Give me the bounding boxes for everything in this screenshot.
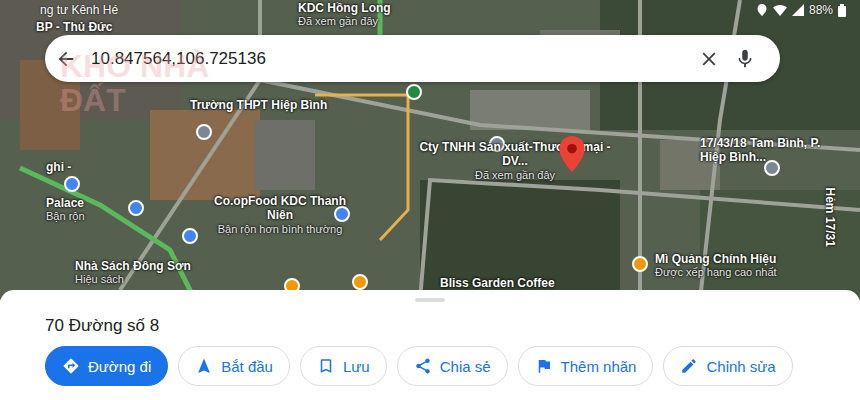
map-label-name: Bliss Garden Coffee bbox=[440, 276, 555, 290]
action-label: Đường đi bbox=[88, 358, 151, 375]
coffee-marker-icon[interactable] bbox=[352, 274, 368, 290]
map-label-subtitle: Đã xem gần đây bbox=[415, 169, 615, 182]
place-sheet: 70 Đường số 8 Đường đi Bắt đầu Lưu Chia sẻ Th… bbox=[0, 290, 860, 400]
bag-marker-icon[interactable] bbox=[182, 228, 198, 244]
action-row: Đường đi Bắt đầu Lưu Chia sẻ Thêm nhãn Chỉnh … bbox=[45, 346, 860, 386]
satellite-map[interactable]: KDC Hồng LongĐã xem gần đâyTrường THPT H… bbox=[0, 0, 860, 300]
food-marker-icon[interactable] bbox=[632, 256, 648, 272]
map-label[interactable]: KDC Hồng LongĐã xem gần đây bbox=[298, 1, 391, 29]
search-input[interactable]: 10.847564,106.725136 bbox=[91, 49, 684, 69]
map-label-name: Cty TNHH Sản xuất-Thương mại - DV... bbox=[415, 140, 615, 169]
directions-icon bbox=[62, 357, 80, 375]
map-label-subtitle: Hiệu sách bbox=[75, 273, 191, 286]
wifi-icon bbox=[773, 4, 787, 16]
action-label: Bắt đầu bbox=[221, 358, 273, 375]
map-label[interactable]: BP - Thủ Đức bbox=[36, 20, 112, 34]
map-label-name: Mì Quảng Chính Hiệu bbox=[655, 252, 777, 266]
clear-icon[interactable] bbox=[698, 48, 720, 70]
map-label-name: Hẻm 17/31 bbox=[822, 188, 836, 247]
action-button[interactable]: Bắt đầu bbox=[178, 346, 290, 386]
map-label[interactable]: Nhà Sách Đông SơnHiệu sách bbox=[75, 259, 191, 287]
action-label: Chia sẻ bbox=[440, 358, 491, 375]
map-label-name: ghi - bbox=[46, 160, 71, 174]
map-label[interactable]: Mì Quảng Chính HiệuĐược xếp hạng cao nhấ… bbox=[655, 252, 777, 280]
map-label-name: Co.opFood KDC Thanh Niên bbox=[205, 194, 355, 223]
action-button[interactable]: Thêm nhãn bbox=[518, 346, 654, 386]
watermark: KHO NHÀ ĐẤT bbox=[60, 50, 250, 117]
battery-level: 88% bbox=[809, 3, 833, 17]
action-button[interactable]: Chỉnh sửa bbox=[663, 346, 792, 386]
place-title: 70 Đường số 8 bbox=[45, 316, 860, 336]
map-label-subtitle: Bận rộn hơn bình thường bbox=[205, 223, 355, 236]
navigation-icon bbox=[195, 357, 213, 375]
bookmark-icon bbox=[317, 357, 335, 375]
map-label[interactable]: ghi - bbox=[46, 160, 71, 174]
map-label-name: KDC Hồng Long bbox=[298, 1, 391, 15]
map-label[interactable]: Cty TNHH Sản xuất-Thương mại - DV...Đã x… bbox=[415, 140, 615, 182]
venue-marker-icon[interactable] bbox=[64, 176, 80, 192]
map-label[interactable]: Co.opFood KDC Thanh NiênBận rộn hơn bình… bbox=[205, 194, 355, 236]
bus-marker-icon[interactable] bbox=[128, 200, 144, 216]
action-label: Thêm nhãn bbox=[561, 358, 637, 375]
back-arrow-icon[interactable] bbox=[55, 48, 77, 70]
action-label: Chỉnh sửa bbox=[706, 358, 775, 375]
status-icons: 88% bbox=[756, 3, 846, 17]
map-label-subtitle: Đã xem gần đây bbox=[298, 15, 391, 28]
location-pin-icon[interactable] bbox=[559, 136, 585, 172]
map-label[interactable]: Bliss Garden Coffee bbox=[440, 276, 555, 290]
map-label-name: 17/43/18 Tam Bình, P. Hiệp Bình... bbox=[700, 136, 830, 165]
status-bar: ng tư Kênh Hé 88% bbox=[0, 0, 860, 20]
share-icon bbox=[414, 357, 432, 375]
status-notification-text: ng tư Kênh Hé bbox=[40, 3, 118, 17]
pencil-icon bbox=[680, 357, 698, 375]
location-icon bbox=[756, 4, 768, 16]
action-button[interactable]: Lưu bbox=[300, 346, 387, 386]
battery-icon bbox=[838, 4, 846, 17]
map-label[interactable]: Hẻm 17/31 bbox=[822, 188, 836, 247]
map-label-name: BP - Thủ Đức bbox=[36, 20, 112, 34]
shop-marker-icon[interactable] bbox=[334, 206, 350, 222]
action-button[interactable]: Chia sẻ bbox=[397, 346, 508, 386]
school-marker-icon[interactable] bbox=[196, 124, 212, 140]
action-label: Lưu bbox=[343, 358, 370, 375]
signal-icon bbox=[792, 4, 804, 16]
flag-icon bbox=[535, 357, 553, 375]
map-label-subtitle: Bận rộn bbox=[46, 210, 85, 223]
map-label-name: Nhà Sách Đông Sơn bbox=[75, 259, 191, 273]
drag-handle[interactable] bbox=[415, 298, 445, 302]
place-marker-icon[interactable] bbox=[406, 84, 422, 100]
action-button[interactable]: Đường đi bbox=[45, 346, 168, 386]
map-label[interactable]: Trường THPT Hiệp Bình bbox=[190, 98, 327, 112]
search-bar[interactable]: 10.847564,106.725136 bbox=[45, 35, 780, 82]
map-label-name: Palace bbox=[46, 196, 85, 210]
microphone-icon[interactable] bbox=[734, 48, 756, 70]
maps-screen: KDC Hồng LongĐã xem gần đâyTrường THPT H… bbox=[0, 0, 860, 400]
address-marker-icon[interactable] bbox=[764, 160, 780, 176]
map-label-name: Trường THPT Hiệp Bình bbox=[190, 98, 327, 112]
map-label-subtitle: Được xếp hạng cao nhất bbox=[655, 266, 777, 279]
map-label[interactable]: PalaceBận rộn bbox=[46, 196, 85, 224]
map-label[interactable]: 17/43/18 Tam Bình, P. Hiệp Bình... bbox=[700, 136, 830, 165]
